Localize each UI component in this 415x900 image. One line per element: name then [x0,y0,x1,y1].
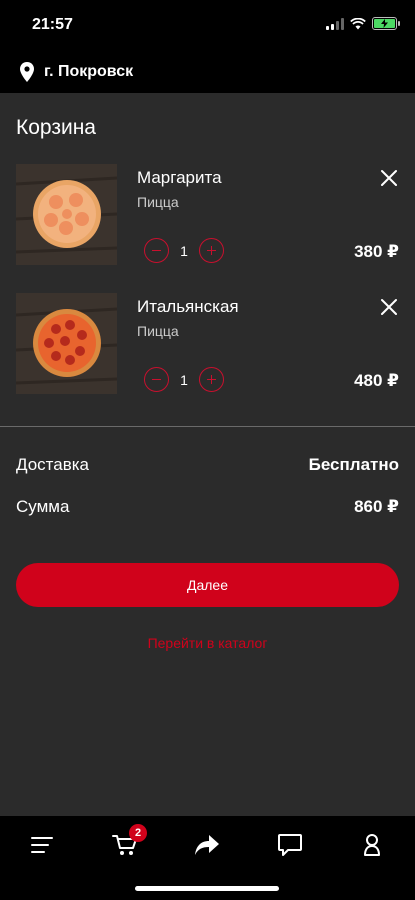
share-icon [195,835,219,855]
status-icons [326,17,400,30]
location-bar[interactable]: г. Покровск [0,50,415,93]
delivery-label: Доставка [16,455,90,474]
remove-item-button[interactable] [379,168,399,188]
total-value: 860 ₽ [354,497,399,516]
status-bar: 21:57 [0,0,415,50]
delivery-row: Доставка Бесплатно [16,455,399,475]
status-time: 21:57 [32,16,73,33]
item-category: Пицца [137,323,179,339]
cart-badge: 2 [129,824,147,842]
item-price: 380 ₽ [354,242,399,261]
cart-item: Маргарита Пицца 1 380 ₽ [0,164,415,274]
go-to-catalog-link[interactable]: Перейти в каталог [0,635,415,651]
location-label: г. Покровск [44,62,134,80]
total-row: Сумма 860 ₽ [16,497,399,517]
close-icon [381,170,397,186]
cart-item: Итальянская Пицца 1 480 ₽ [0,293,415,403]
close-icon [381,299,397,315]
quantity-increase-button[interactable] [199,238,224,263]
pizza-image-margarita [16,164,117,265]
battery-icon [372,17,400,30]
tab-cart[interactable]: 2 [105,824,147,862]
item-price: 480 ₽ [354,371,399,390]
chat-icon [278,834,302,856]
tab-profile[interactable] [352,828,392,862]
tab-menu[interactable] [22,828,62,862]
location-pin-icon [20,61,34,82]
tab-chat[interactable] [270,828,310,862]
quantity-value: 1 [180,372,188,388]
signal-icon [326,17,344,30]
delivery-value: Бесплатно [308,455,399,474]
page-title: Корзина [16,116,96,139]
divider [0,426,415,427]
item-category: Пицца [137,194,179,210]
tab-share[interactable] [187,828,227,862]
menu-icon [31,837,53,853]
quantity-value: 1 [180,243,188,259]
cart-screen: Корзина Маргарита Пицца 1 380 ₽ Итальянс… [0,93,415,816]
quantity-decrease-button[interactable] [144,238,169,263]
quantity-decrease-button[interactable] [144,367,169,392]
remove-item-button[interactable] [379,297,399,317]
quantity-increase-button[interactable] [199,367,224,392]
wifi-icon [350,17,366,29]
profile-icon [364,834,380,856]
item-name: Итальянская [137,297,239,316]
next-button[interactable]: Далее [16,563,399,607]
item-name: Маргарита [137,168,222,187]
total-label: Сумма [16,497,70,516]
home-indicator [135,886,279,891]
pizza-image-italian [16,293,117,394]
